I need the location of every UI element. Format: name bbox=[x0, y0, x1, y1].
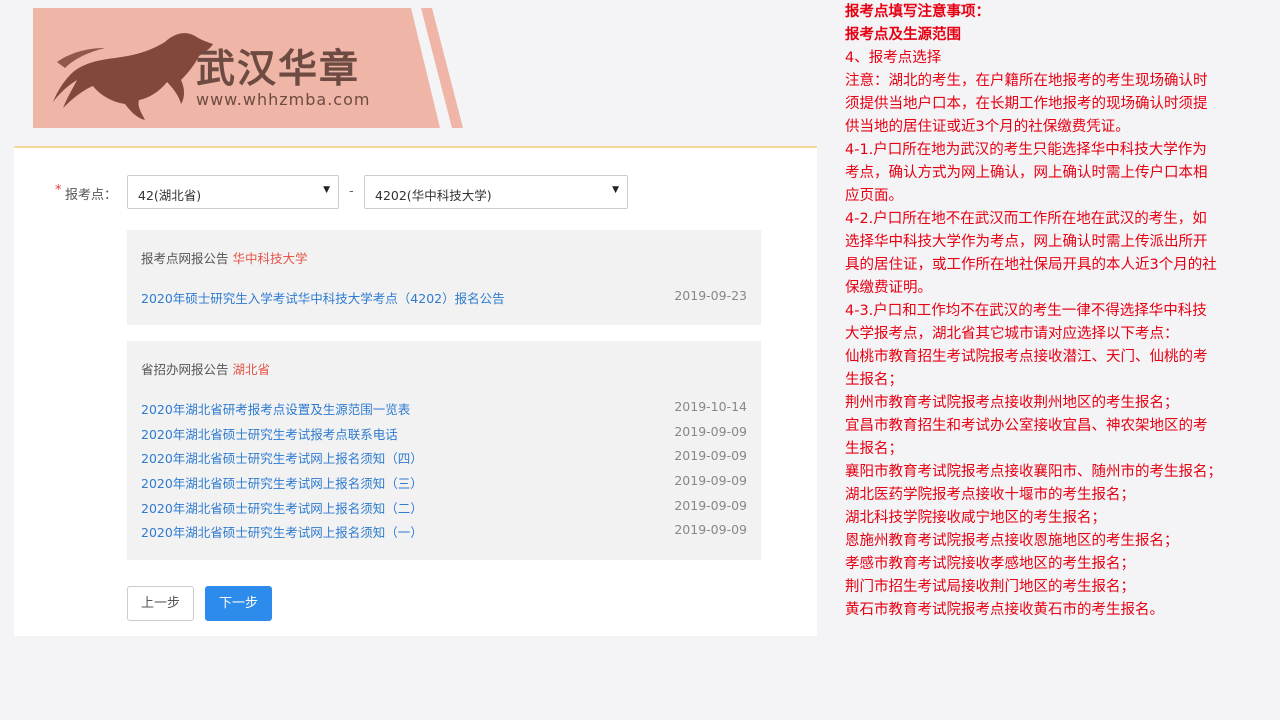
notes-line: 应页面。 bbox=[845, 188, 903, 204]
notes-line: 须提供当地户口本，在长期工作地报考的现场确认时须提 bbox=[845, 96, 1208, 112]
logo-banner: 武汉华章 www.whhzmba.com bbox=[33, 8, 463, 128]
notice-link[interactable]: 2020年湖北省硕士研究生考试网上报名须知（一） bbox=[141, 522, 423, 541]
exam-site-select[interactable]: 4202(华中科技大学) ▼ bbox=[364, 175, 628, 209]
chevron-down-icon: ▼ bbox=[612, 185, 619, 195]
notes-line: 4-2.户口所在地不在武汉而工作所在地在武汉的考生，如 bbox=[845, 211, 1207, 227]
list-item: 2020年湖北省硕士研究生考试网上报名须知（四） 2019-09-09 bbox=[141, 448, 747, 468]
notice-date: 2019-09-09 bbox=[674, 498, 747, 513]
notes-line: 大学报考点，湖北省其它城市请对应选择以下考点： bbox=[845, 326, 1179, 342]
notice-date: 2019-10-14 bbox=[674, 399, 747, 414]
notice-date: 2019-09-09 bbox=[674, 522, 747, 537]
notice-date: 2019-09-23 bbox=[674, 288, 747, 303]
province-notice-title-text: 省招办网报公告 bbox=[141, 362, 229, 377]
province-notice-box: 省招办网报公告 湖北省 2020年湖北省研考报考点设置及生源范围一览表 2019… bbox=[127, 341, 761, 560]
logo-name: 武汉华章 bbox=[196, 47, 361, 92]
notes-line: 注意：湖北的考生，在户籍所在地报考的考生现场确认时 bbox=[845, 73, 1208, 89]
prev-step-button[interactable]: 上一步 bbox=[127, 586, 194, 621]
notes-line: 4-3.户口和工作均不在武汉的考生一律不得选择华中科技 bbox=[845, 303, 1207, 319]
notes-line: 宜昌市教育招生和考试办公室接收宜昌、神农架地区的考 bbox=[845, 418, 1208, 434]
exam-site-label: 报考点： bbox=[65, 188, 118, 203]
province-notice-title: 省招办网报公告 湖北省 bbox=[141, 359, 270, 378]
list-item: 2020年湖北省硕士研究生考试网上报名须知（三） 2019-09-09 bbox=[141, 473, 747, 493]
notes-line: 保缴费证明。 bbox=[845, 280, 932, 296]
list-item: 2020年湖北省硕士研究生考试网上报名须知（一） 2019-09-09 bbox=[141, 522, 747, 542]
notes-line: 黄石市教育考试院报考点接收黄石市的考生报名。 bbox=[845, 602, 1164, 618]
notice-link[interactable]: 2020年湖北省硕士研究生考试网上报名须知（三） bbox=[141, 473, 423, 492]
exam-site-row: * 报考点： 42(湖北省) ▼ - 4202(华中科技大学) ▼ bbox=[14, 175, 817, 209]
notes-line: 湖北医药学院报考点接收十堰市的考生报名； bbox=[845, 487, 1135, 503]
province-select-value: 42(湖北省) bbox=[138, 188, 202, 203]
list-item: 2020年湖北省研考报考点设置及生源范围一览表 2019-10-14 bbox=[141, 399, 747, 419]
notes-line: 湖北科技学院接收咸宁地区的考生报名； bbox=[845, 510, 1106, 526]
notice-date: 2019-09-09 bbox=[674, 448, 747, 463]
site-notice-box: 报考点网报公告 华中科技大学 2020年硕士研究生入学考试华中科技大学考点（42… bbox=[127, 230, 761, 325]
notice-link[interactable]: 2020年湖北省硕士研究生考试网上报名须知（二） bbox=[141, 498, 423, 517]
notes-line: 生报名； bbox=[845, 372, 903, 388]
notice-date: 2019-09-09 bbox=[674, 424, 747, 439]
logo-url: www.whhzmba.com bbox=[196, 90, 371, 109]
list-item: 2020年硕士研究生入学考试华中科技大学考点（4202）报名公告 2019-09… bbox=[141, 288, 747, 308]
required-mark: * bbox=[55, 183, 62, 198]
notes-line: 恩施州教育考试院报考点接收恩施地区的考生报名； bbox=[845, 533, 1179, 549]
notes-line: 考点，确认方式为网上确认，网上确认时需上传户口本相 bbox=[845, 165, 1208, 181]
notice-link[interactable]: 2020年湖北省硕士研究生考试报考点联系电话 bbox=[141, 424, 398, 443]
notes-line: 襄阳市教育考试院报考点接收襄阳市、随州市的考生报名； bbox=[845, 464, 1222, 480]
notes-line: 仙桃市教育招生考试院报考点接收潜江、天门、仙桃的考 bbox=[845, 349, 1208, 365]
notice-date: 2019-09-09 bbox=[674, 473, 747, 488]
notes-line: 荆门市招生考试局接收荆门地区的考生报名； bbox=[845, 579, 1135, 595]
exam-site-form-panel: * 报考点： 42(湖北省) ▼ - 4202(华中科技大学) ▼ 报考点网报公… bbox=[14, 146, 817, 636]
notes-line: 4-1.户口所在地为武汉的考生只能选择华中科技大学作为 bbox=[845, 142, 1207, 158]
chevron-down-icon: ▼ bbox=[323, 185, 330, 195]
notes-line: 荆州市教育考试院报考点接收荆州地区的考生报名； bbox=[845, 395, 1179, 411]
notes-line: 选择华中科技大学作为考点，网上确认时需上传派出所开 bbox=[845, 234, 1208, 250]
notes-subheading: 报考点及生源范围 bbox=[845, 27, 961, 43]
notice-link[interactable]: 2020年湖北省研考报考点设置及生源范围一览表 bbox=[141, 399, 410, 418]
horse-logo-icon bbox=[53, 33, 213, 120]
notice-link[interactable]: 2020年湖北省硕士研究生考试网上报名须知（四） bbox=[141, 448, 423, 467]
list-item: 2020年湖北省硕士研究生考试报考点联系电话 2019-09-09 bbox=[141, 424, 747, 444]
site-notice-title-text: 报考点网报公告 bbox=[141, 251, 229, 266]
site-notice-title: 报考点网报公告 华中科技大学 bbox=[141, 248, 308, 267]
notice-link[interactable]: 2020年硕士研究生入学考试华中科技大学考点（4202）报名公告 bbox=[141, 288, 505, 307]
exam-site-select-value: 4202(华中科技大学) bbox=[375, 188, 492, 203]
notes-line: 孝感市教育考试院接收孝感地区的考生报名； bbox=[845, 556, 1135, 572]
province-notice-title-highlight: 湖北省 bbox=[232, 362, 271, 377]
select-separator: - bbox=[349, 184, 354, 199]
instructions-panel: 报考点填写注意事项： 报考点及生源范围 4、报考点选择 注意：湖北的考生，在户籍… bbox=[845, 1, 1270, 622]
notes-line: 生报名； bbox=[845, 441, 903, 457]
next-step-button[interactable]: 下一步 bbox=[205, 586, 272, 621]
notes-line: 具的居住证，或工作所在地社保局开具的本人近3个月的社 bbox=[845, 257, 1217, 273]
province-select[interactable]: 42(湖北省) ▼ bbox=[127, 175, 339, 209]
notes-line: 供当地的居住证或近3个月的社保缴费凭证。 bbox=[845, 119, 1130, 135]
site-notice-title-highlight: 华中科技大学 bbox=[232, 251, 308, 266]
notes-heading: 报考点填写注意事项： bbox=[845, 4, 990, 20]
notes-line: 4、报考点选择 bbox=[845, 50, 942, 66]
list-item: 2020年湖北省硕士研究生考试网上报名须知（二） 2019-09-09 bbox=[141, 498, 747, 518]
